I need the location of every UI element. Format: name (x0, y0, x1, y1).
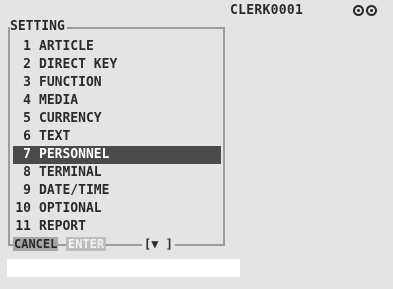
menu-item-number: 7 (23, 147, 31, 162)
menu-item-number: 8 (23, 165, 31, 180)
menu-item-direct-key[interactable]: 2 DIRECT KEY (13, 56, 221, 74)
menu-item-label: TEXT (39, 129, 71, 144)
menu-item-label: PERSONNEL (39, 147, 110, 162)
status-icons (353, 5, 377, 16)
ring-icon (366, 5, 377, 16)
menu-item-text[interactable]: 6 TEXT (13, 128, 221, 146)
menu-item-number: 1 (23, 39, 31, 54)
menu-item-label: DATE/TIME (39, 183, 110, 198)
entry-field[interactable] (7, 259, 240, 277)
menu-item-optional[interactable]: 10 OPTIONAL (13, 200, 221, 218)
menu-item-number: 3 (23, 75, 31, 90)
menu-item-number: 9 (23, 183, 31, 198)
menu-item-label: MEDIA (39, 93, 79, 108)
menu-item-label: CURRENCY (39, 111, 102, 126)
menu-item-label: FUNCTION (39, 75, 102, 90)
menu-item-label: TERMINAL (39, 165, 102, 180)
menu-item-terminal[interactable]: 8 TERMINAL (13, 164, 221, 182)
menu-item-number: 6 (23, 129, 31, 144)
menu-item-number: 2 (23, 57, 31, 72)
enter-button[interactable]: ENTER (66, 237, 107, 251)
menu-item-date-time[interactable]: 9 DATE/TIME (13, 182, 221, 200)
status-bar: CLERK0001 (0, 0, 393, 21)
menu-item-number: 4 (23, 93, 31, 108)
menu-item-media[interactable]: 4 MEDIA (13, 92, 221, 110)
menu-item-article[interactable]: 1 ARTICLE (13, 38, 221, 56)
cancel-button[interactable]: CANCEL (13, 237, 59, 251)
menu-item-label: ARTICLE (39, 39, 94, 54)
pos-screen: CLERK0001 SETTING 1 ARTICLE 2 DIRECT KEY 3… (0, 0, 393, 289)
softkey-bar: CANCEL ENTER [▼ ] (13, 237, 175, 251)
menu-item-number: 11 (15, 219, 31, 234)
setting-menu: 1 ARTICLE 2 DIRECT KEY 3 FUNCTION 4 MEDIA 5C… (13, 38, 221, 236)
ring-icon (353, 5, 364, 16)
menu-item-currency[interactable]: 5 CURRENCY (13, 110, 221, 128)
menu-item-number: 5 (23, 111, 31, 126)
clerk-id: CLERK0001 (230, 3, 304, 18)
menu-item-function[interactable]: 3 FUNCTION (13, 74, 221, 92)
menu-item-number: 10 (15, 201, 31, 216)
menu-item-label: DIRECT KEY (39, 57, 118, 72)
menu-item-label: REPORT (39, 219, 86, 234)
menu-title: SETTING (10, 19, 67, 34)
menu-item-label: OPTIONAL (39, 201, 102, 216)
menu-item-report[interactable]: 11 REPORT (13, 218, 221, 236)
menu-item-personnel[interactable]: 7 PERSONNEL (13, 146, 221, 164)
scroll-indicator[interactable]: [▼ ] (142, 237, 175, 251)
